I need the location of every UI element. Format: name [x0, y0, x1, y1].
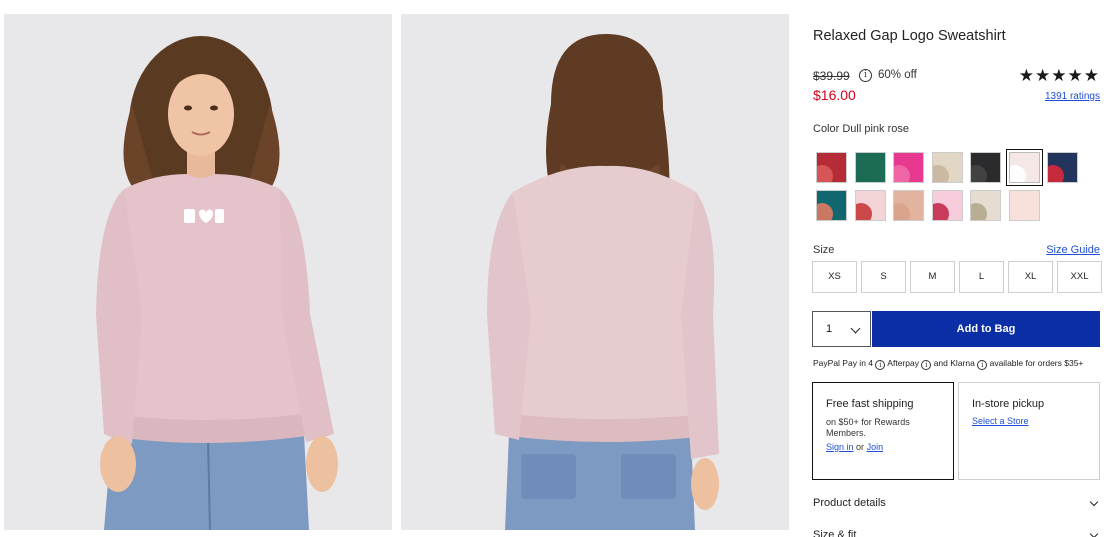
swatch-pattern	[1009, 165, 1026, 182]
free-shipping-option[interactable]: Free fast shipping on $50+ for Rewards M…	[812, 382, 954, 480]
discount-label: 60% off	[878, 69, 917, 81]
size-l-button[interactable]: L	[959, 261, 1004, 293]
klarna-label: Klarna	[950, 358, 975, 368]
black-swatch[interactable]	[970, 152, 1001, 183]
paypal-label: PayPal Pay in 4	[813, 358, 874, 368]
swatch-pattern	[855, 203, 872, 220]
select-store-link[interactable]: Select a Store	[972, 416, 1029, 426]
teal-swatch[interactable]	[816, 190, 847, 221]
and-label: and	[933, 358, 948, 368]
payment-options: PayPal Pay in 4 i Afterpay i and Klarna …	[813, 358, 1083, 370]
store-pickup-title: In-store pickup	[972, 398, 1045, 410]
sign-in-link[interactable]: Sign in	[826, 442, 854, 452]
rating-stars: ★★★★★	[1018, 66, 1100, 85]
red-swatch[interactable]	[816, 152, 847, 183]
size-guide-link[interactable]: Size Guide	[1046, 244, 1100, 256]
swatch-pattern	[1009, 203, 1026, 220]
free-shipping-title: Free fast shipping	[826, 398, 914, 410]
swatch-pattern	[894, 165, 910, 182]
payment-tail: available for orders $35+	[989, 358, 1084, 368]
afterpay-label: Afterpay	[887, 358, 919, 368]
color-label: Color Dull pink rose	[813, 123, 909, 135]
quantity-value: 1	[826, 323, 833, 335]
free-shipping-desc: on $50+ for Rewards Members.	[826, 417, 910, 438]
dull-pink-rose-swatch[interactable]	[1005, 149, 1043, 186]
blush-swatch[interactable]	[893, 190, 924, 221]
chevron-down-icon	[1089, 529, 1099, 537]
ratings-link[interactable]: 1391 ratings	[1045, 91, 1100, 102]
or-label: or	[856, 442, 865, 452]
product-info-panel: Relaxed Gap Logo Sweatshirt $39.99 i 60%…	[812, 0, 1102, 537]
swatch-pattern	[932, 165, 949, 182]
pink-swatch[interactable]	[893, 152, 924, 183]
swatch-pattern	[1048, 165, 1064, 182]
sale-price: $16.00	[813, 87, 856, 103]
swatch-pattern	[932, 203, 949, 220]
light-pink-swatch[interactable]	[931, 190, 963, 221]
product-image-front[interactable]	[4, 14, 392, 530]
beige-swatch[interactable]	[970, 190, 1001, 221]
swatch-pattern	[971, 165, 987, 182]
rewards-links: Sign in or Join	[826, 442, 883, 452]
original-price: $39.99	[813, 69, 850, 83]
add-to-bag-button[interactable]: Add to Bag	[872, 311, 1100, 347]
oatmeal-swatch[interactable]	[931, 152, 963, 183]
swatch-pattern	[971, 203, 987, 220]
chevron-down-icon	[1089, 497, 1099, 507]
size-xxl-button[interactable]: XXL	[1057, 261, 1102, 293]
swatch-pattern	[817, 165, 833, 182]
join-link[interactable]: Join	[867, 442, 884, 452]
swatch-pattern	[855, 165, 872, 182]
chevron-down-icon	[850, 323, 861, 334]
info-icon[interactable]: i	[921, 360, 932, 370]
peach-swatch[interactable]	[1008, 190, 1040, 221]
product-details-accordion[interactable]: Product details	[813, 497, 1101, 517]
size-xl-button[interactable]: XL	[1008, 261, 1053, 293]
in-store-pickup-option[interactable]: In-store pickup Select a Store	[958, 382, 1100, 480]
size-label: Size	[813, 244, 835, 256]
info-icon[interactable]: i	[859, 69, 872, 82]
info-icon[interactable]: i	[977, 360, 988, 370]
size-m-button[interactable]: M	[910, 261, 955, 293]
green-swatch[interactable]	[854, 152, 886, 183]
size-xs-button[interactable]: XS	[812, 261, 857, 293]
product-image-back[interactable]	[401, 14, 789, 530]
info-icon[interactable]: i	[875, 360, 886, 370]
size-fit-accordion[interactable]: Size & fit	[813, 529, 1101, 537]
swatch-pattern	[894, 203, 910, 220]
product-details-label: Product details	[813, 497, 886, 509]
quantity-select[interactable]: 1	[812, 311, 871, 347]
size-fit-label: Size & fit	[813, 529, 857, 537]
floral-swatch[interactable]	[854, 190, 886, 221]
size-s-button[interactable]: S	[861, 261, 906, 293]
navy-heart-swatch[interactable]	[1047, 152, 1078, 183]
swatch-pattern	[817, 203, 833, 220]
product-title: Relaxed Gap Logo Sweatshirt	[813, 28, 1006, 44]
